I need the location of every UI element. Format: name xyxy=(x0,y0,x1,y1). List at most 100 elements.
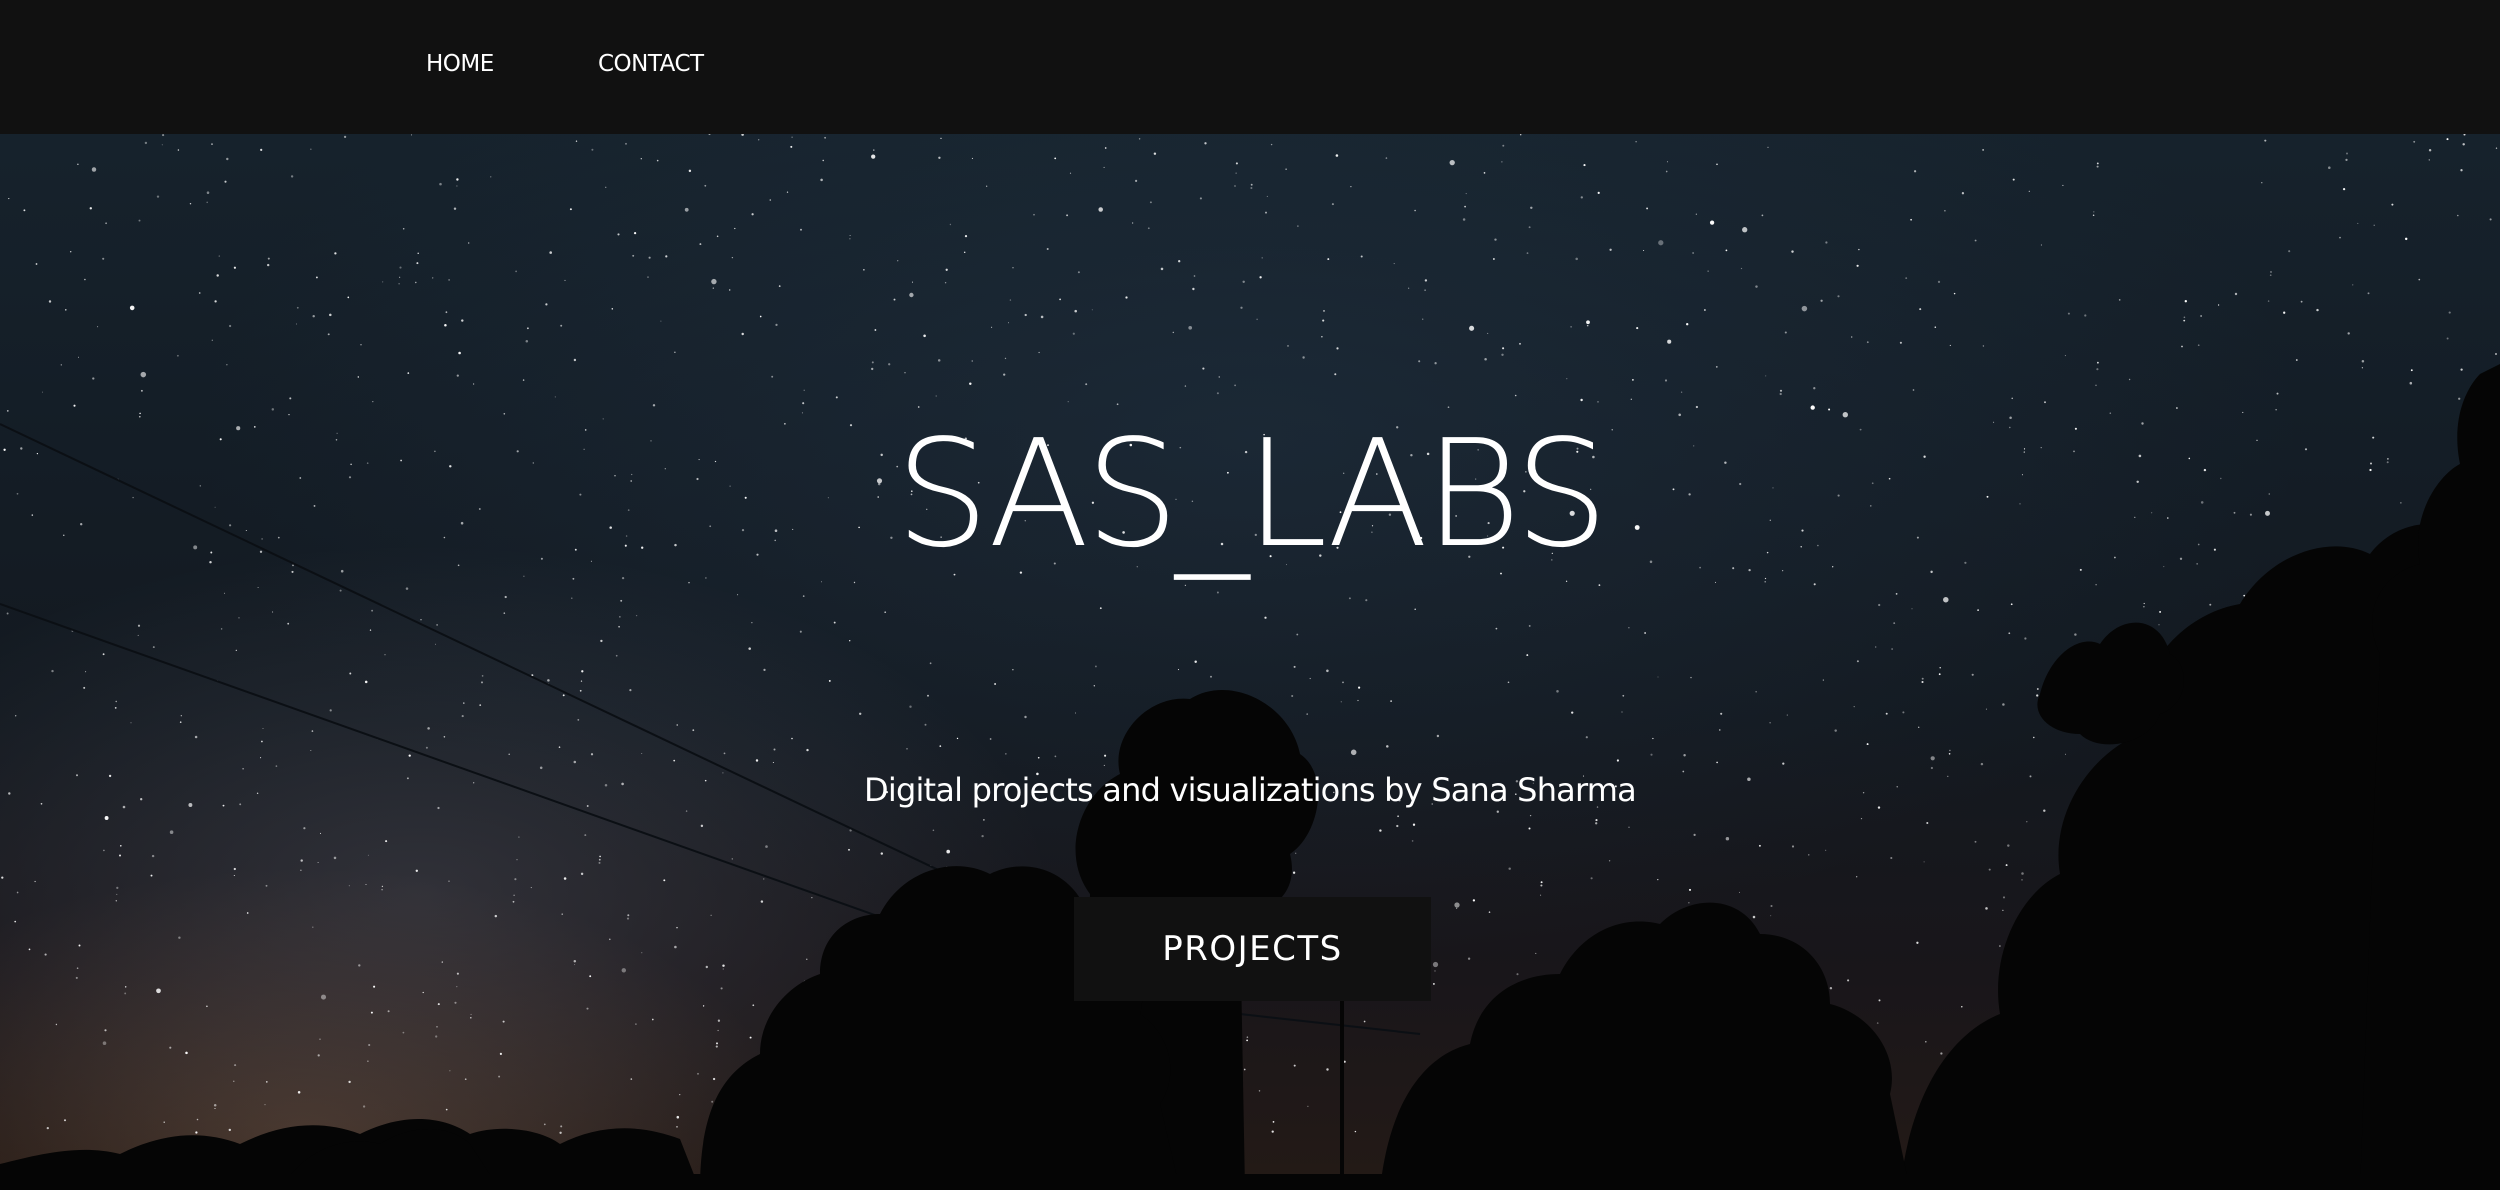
star xyxy=(715,1045,718,1048)
star xyxy=(2043,809,2046,812)
star xyxy=(220,628,223,630)
star xyxy=(456,185,458,187)
star xyxy=(2064,355,2066,357)
star xyxy=(384,654,386,656)
star xyxy=(1336,347,1339,350)
star xyxy=(169,830,174,834)
star xyxy=(1919,308,1922,311)
star xyxy=(2458,397,2461,400)
star xyxy=(540,557,543,560)
star xyxy=(2033,736,2035,739)
star xyxy=(741,332,744,336)
star xyxy=(1770,904,1773,908)
star xyxy=(1858,248,1860,251)
star xyxy=(456,374,459,377)
star xyxy=(1292,871,1296,874)
star xyxy=(627,509,630,511)
star xyxy=(2064,753,2067,755)
star xyxy=(598,861,601,864)
star xyxy=(1715,365,1718,368)
star xyxy=(260,148,263,152)
star xyxy=(1714,581,1717,583)
star xyxy=(1758,844,1761,847)
star xyxy=(152,646,155,649)
nav-link-contact[interactable]: CONTACT xyxy=(598,53,704,76)
star xyxy=(700,824,704,828)
star xyxy=(1724,461,1727,464)
star xyxy=(311,730,314,732)
star xyxy=(893,298,896,301)
star xyxy=(1519,134,1522,136)
star xyxy=(641,752,643,755)
star xyxy=(935,395,937,397)
star xyxy=(911,281,914,283)
star xyxy=(676,926,678,929)
star xyxy=(2023,448,2026,450)
star xyxy=(2062,184,2064,186)
nav-link-home[interactable]: HOME xyxy=(426,53,494,76)
star xyxy=(1755,691,1757,693)
star xyxy=(1851,336,1853,338)
star xyxy=(676,1126,678,1128)
star xyxy=(549,251,552,254)
star xyxy=(371,609,374,612)
star xyxy=(614,475,616,477)
star xyxy=(1116,403,1119,406)
star xyxy=(381,885,384,888)
star xyxy=(296,306,299,309)
star xyxy=(402,1031,405,1034)
star xyxy=(1779,392,1782,396)
star xyxy=(399,276,401,278)
star xyxy=(472,383,475,385)
star xyxy=(871,361,874,364)
star xyxy=(271,408,275,411)
star xyxy=(1598,584,1601,586)
star xyxy=(1825,849,1827,851)
star xyxy=(185,1051,188,1055)
star xyxy=(2489,218,2492,221)
star xyxy=(310,148,312,150)
star xyxy=(741,134,744,136)
star xyxy=(571,597,573,599)
star xyxy=(822,159,824,162)
star xyxy=(385,840,388,843)
star xyxy=(1360,255,1363,258)
star xyxy=(1242,280,1245,284)
star xyxy=(1354,1130,1357,1133)
star xyxy=(449,465,452,468)
star xyxy=(2261,182,2263,184)
star xyxy=(539,766,543,770)
star xyxy=(85,671,87,673)
star xyxy=(449,1070,451,1072)
star xyxy=(641,952,643,954)
star xyxy=(1937,280,1941,284)
star xyxy=(820,178,823,182)
star xyxy=(1916,536,1919,539)
projects-button[interactable]: PROJECTS xyxy=(1074,897,1431,1001)
star xyxy=(77,163,79,165)
star xyxy=(806,958,808,960)
star xyxy=(1488,911,1491,913)
star xyxy=(1024,715,1027,719)
star xyxy=(31,514,34,516)
star xyxy=(698,459,700,461)
star xyxy=(1202,367,1205,370)
star xyxy=(1012,267,1014,269)
star xyxy=(65,309,67,311)
star xyxy=(651,1018,654,1021)
star xyxy=(946,849,951,854)
star xyxy=(2213,548,2216,551)
star xyxy=(924,723,927,726)
star xyxy=(115,700,117,703)
star xyxy=(8,792,11,795)
star xyxy=(853,581,856,584)
star xyxy=(760,900,764,903)
star xyxy=(399,266,402,269)
star xyxy=(1467,957,1471,960)
star xyxy=(880,453,883,457)
star xyxy=(632,254,635,257)
star xyxy=(504,595,507,599)
star xyxy=(335,439,338,441)
star xyxy=(460,521,464,525)
star xyxy=(178,936,181,939)
